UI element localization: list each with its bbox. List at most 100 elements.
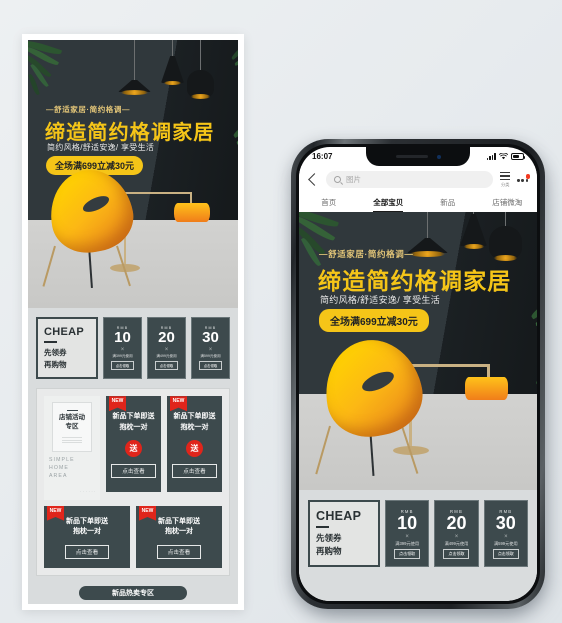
search-input[interactable]: 图片: [326, 171, 494, 188]
cheap-line-1: 先领券: [44, 348, 67, 357]
coupon-claim-button[interactable]: 点击领取: [492, 548, 519, 559]
flat-page-inner: —舒适家居·简约格调— 缔造简约格调家居 简约风格/舒适安逸/ 享受生活 全场满…: [28, 40, 238, 604]
phone-hero-eyebrow: —舒适家居·简约格调—: [319, 249, 414, 259]
coupon-divider: ×: [405, 533, 409, 540]
store-poster-lines: [62, 436, 82, 445]
more-menu-icon[interactable]: [517, 174, 530, 182]
tab-new-products[interactable]: 新品: [418, 197, 478, 208]
coupon-claim-button[interactable]: 点击领取: [154, 361, 179, 370]
phone-hero-title: 缔造简约格调家居: [318, 268, 512, 294]
coupon-condition: 满499元使用: [156, 354, 177, 358]
coupon-condition: 满499元使用: [444, 540, 469, 546]
coupon-claim-button[interactable]: 点击领取: [394, 548, 421, 559]
category-label: 分类: [501, 182, 510, 188]
product-line-2: 抱枕一对: [180, 423, 209, 431]
coupon-currency: RMB: [499, 508, 513, 514]
coupon-amount: 20: [158, 329, 175, 347]
coupon-card[interactable]: RMB 30 × 满599元使用 点击领取: [191, 317, 230, 380]
phone-hero-promo-badge[interactable]: 全场满699立减30元: [319, 309, 429, 332]
back-arrow-icon[interactable]: [308, 173, 321, 186]
product-card[interactable]: NEW 新品下单即送 抱枕一对 送 点击查看: [167, 396, 222, 493]
tab-store-weitao[interactable]: 店铺微淘: [478, 197, 538, 208]
bottom-banner[interactable]: 新品热卖专区: [79, 585, 187, 600]
phone-screen: 16:07 图片 分类 首页 全部宝贝 新品 店铺微淘 —舒适家居·简约格调— …: [299, 147, 537, 601]
category-list-icon[interactable]: 分类: [500, 171, 511, 189]
coupon-divider: ×: [164, 347, 169, 353]
product-card[interactable]: NEW 新品下单即送 抱枕一对 点击查看: [136, 505, 222, 568]
coupon-currency: RMB: [160, 326, 173, 331]
coupon-divider: ×: [504, 533, 508, 540]
new-badge-icon: NEW: [139, 505, 156, 521]
coupon-divider: ×: [454, 533, 459, 540]
store-english-line-2: AREA: [49, 472, 68, 479]
new-badge-icon: NEW: [170, 396, 187, 412]
store-title-line-1: 店铺活动: [59, 414, 85, 422]
product-view-button[interactable]: 点击查看: [156, 544, 202, 559]
product-card[interactable]: NEW 新品下单即送 抱枕一对 点击查看: [44, 505, 130, 568]
coupon-currency: RMB: [400, 508, 414, 514]
cheap-title: CHEAP: [316, 509, 362, 523]
coupon-card[interactable]: RMB 20 × 满499元使用 点击领取: [147, 317, 186, 380]
hero-title: 缔造简约格调家居: [45, 122, 215, 144]
coupon-claim-button[interactable]: 点击领取: [198, 361, 223, 370]
store-title-line-2: 专区: [65, 422, 79, 430]
status-indicators: [486, 153, 526, 160]
product-line-2: 抱枕一对: [119, 423, 148, 431]
search-icon: [334, 176, 341, 183]
flat-page-mockup: —舒适家居·简约格调— 缔造简约格调家居 简约风格/舒适安逸/ 享受生活 全场满…: [22, 34, 244, 610]
cheap-info-card: CHEAP 先领券 再购物: [36, 317, 98, 380]
product-line-2: 抱枕一对: [73, 528, 101, 536]
tab-all-products[interactable]: 全部宝贝: [359, 197, 419, 208]
cheap-line-2: 再购物: [316, 546, 342, 557]
coupon-divider: ×: [208, 347, 213, 353]
coupon-card[interactable]: RMB 10 × 满399元使用 点击领取: [103, 317, 142, 380]
phone-notch: [366, 147, 470, 166]
coupon-currency: RMB: [204, 326, 217, 331]
store-english-line-1: SIMPLE HOME: [49, 457, 75, 472]
coupon-amount: 10: [397, 512, 418, 533]
cheap-title: CHEAP: [44, 326, 85, 338]
battery-icon: [511, 153, 526, 160]
hero-banner: —舒适家居·简约格调— 缔造简约格调家居 简约风格/舒适安逸/ 享受生活 全场满…: [28, 40, 238, 308]
coupon-claim-button[interactable]: 点击领取: [443, 548, 470, 559]
store-activity-card[interactable]: 店铺活动 专区 SIMPLE HOME AREA ······: [44, 396, 100, 500]
status-time: 16:07: [312, 152, 333, 161]
product-line-2: 抱枕一对: [165, 528, 193, 536]
store-poster-rule: [66, 409, 78, 412]
tab-home[interactable]: 首页: [299, 197, 359, 208]
coupon-card[interactable]: RMB 30 × 满599元使用 点击领取: [483, 500, 528, 568]
product-line-1: 新品下单即送: [173, 413, 216, 421]
search-placeholder: 图片: [346, 175, 361, 184]
coupon-amount: 30: [495, 512, 516, 533]
phone-hero-subtitle: 简约风格/舒适安逸/ 享受生活: [320, 295, 441, 305]
product-line-1: 新品下单即送: [158, 517, 200, 525]
product-view-button[interactable]: 点击查看: [64, 544, 110, 559]
product-row-top: 店铺活动 专区 SIMPLE HOME AREA ······ NEW 新品下单…: [44, 396, 222, 500]
product-grid: 店铺活动 专区 SIMPLE HOME AREA ······ NEW 新品下单…: [36, 388, 230, 576]
product-view-button[interactable]: 点击查看: [111, 464, 156, 479]
phone-page-content[interactable]: —舒适家居·简约格调— 缔造简约格调家居 简约风格/舒适安逸/ 享受生活 全场满…: [299, 212, 537, 601]
product-card[interactable]: NEW 新品下单即送 抱枕一对 送 点击查看: [106, 396, 161, 493]
notification-dot-icon: [525, 174, 530, 179]
coupon-card[interactable]: RMB 20 × 满499元使用 点击领取: [434, 500, 479, 568]
product-row-bottom: NEW 新品下单即送 抱枕一对 点击查看 NEW 新品下单即送 抱枕一对 点击查…: [44, 505, 222, 568]
gift-badge-icon: 送: [186, 440, 203, 458]
coupon-amount: 20: [446, 512, 467, 533]
signal-icon: [486, 153, 496, 160]
new-badge-icon: NEW: [109, 396, 126, 412]
coupon-claim-button[interactable]: 点击领取: [110, 361, 135, 370]
coupon-amount: 30: [202, 329, 219, 347]
product-view-button[interactable]: 点击查看: [172, 464, 217, 479]
coupon-card[interactable]: RMB 10 × 满399元使用 点击领取: [385, 500, 430, 568]
cheap-divider: [44, 341, 57, 343]
coupon-strip: CHEAP 先领券 再购物 RMB 10 × 满399元使用 点击领取 RMB …: [28, 308, 238, 388]
new-badge-icon: NEW: [47, 505, 64, 521]
coupon-amount: 10: [114, 329, 131, 347]
cheap-divider: [316, 526, 329, 528]
product-line-1: 新品下单即送: [112, 413, 155, 421]
coupon-condition: 满399元使用: [112, 354, 133, 358]
coupon-condition: 满399元使用: [395, 540, 420, 546]
coupon-currency: RMB: [450, 508, 463, 514]
phone-bezel: 16:07 图片 分类 首页 全部宝贝 新品 店铺微淘 —舒适家居·简约格调— …: [296, 144, 540, 604]
phone-coupon-strip: CHEAP 先领券 再购物 RMB 10 × 满399元使用 点击领取 RMB …: [299, 490, 537, 577]
